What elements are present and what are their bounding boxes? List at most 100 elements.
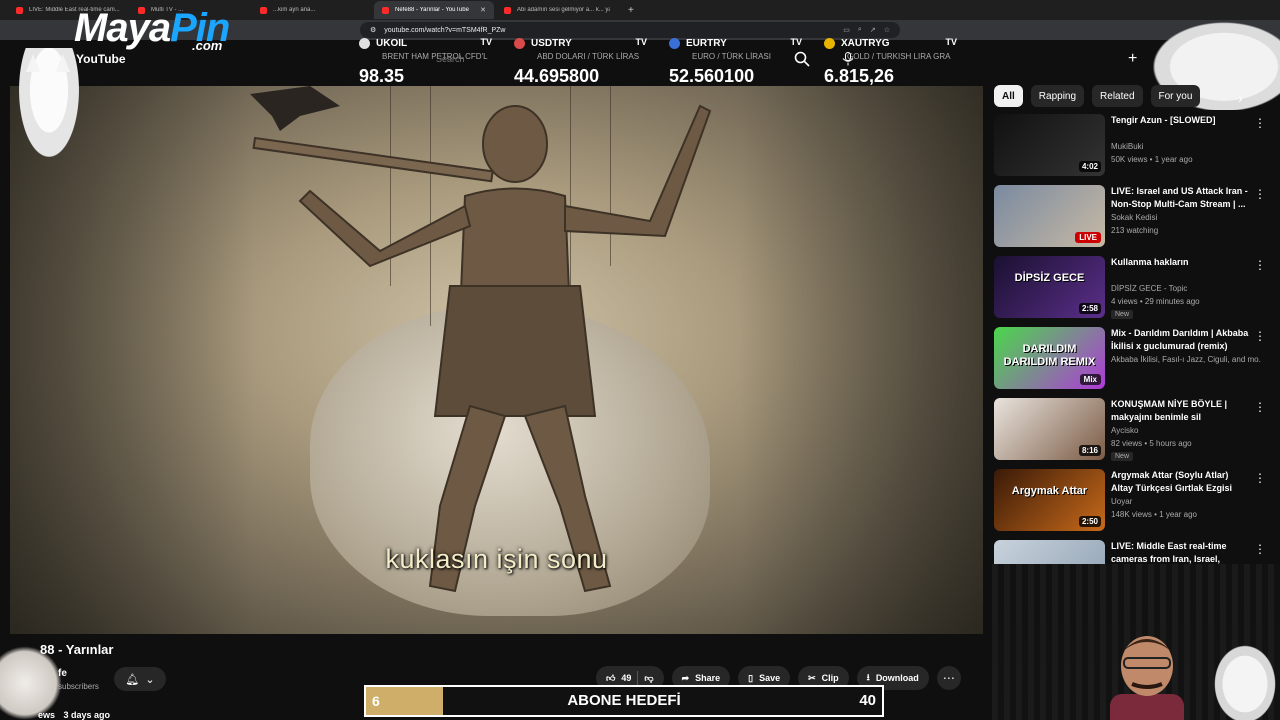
recommended-channel[interactable]: MukiBuki <box>1111 140 1261 153</box>
thumbnail-text: DİPSİZ GECE <box>1014 272 1085 284</box>
bookmark-star-icon[interactable]: ☆ <box>884 26 890 34</box>
recommended-title[interactable]: Argymak Attar (Soylu Atlar) Altay Türkçe… <box>1111 469 1249 495</box>
recommended-video[interactable]: DİPSİZ GECE 2:58 Kullanma hakların DİPSİZ G… <box>994 254 1270 325</box>
url-text: youtube.com/watch?v=mTSM4fR_PZw <box>384 26 506 34</box>
more-options-icon[interactable]: ⋮ <box>1254 116 1266 130</box>
new-tab-icon[interactable]: + <box>620 5 642 16</box>
scissors-icon: ✂ <box>808 672 816 683</box>
more-options-icon[interactable]: ⋮ <box>1254 400 1266 414</box>
mic-icon[interactable] <box>842 52 854 66</box>
recommended-title[interactable]: Tengir Azun - [SLOWED] <box>1111 114 1249 127</box>
recommended-channel[interactable]: Aycisko <box>1111 424 1261 437</box>
tradingview-logo-icon: TV <box>790 37 802 47</box>
search-placeholder[interactable]: Search <box>436 54 465 64</box>
video-thumbnail[interactable]: Argymak Attar 2:50 <box>994 469 1105 531</box>
video-title: 88 - Yarınlar <box>40 642 114 657</box>
create-plus-icon[interactable]: + <box>1128 50 1137 68</box>
ticker-symbol-icon <box>669 37 680 49</box>
zoom-icon[interactable]: ⌕ <box>858 26 862 34</box>
ticker-symbol-icon <box>514 37 525 49</box>
youtube-favicon-icon <box>382 6 389 14</box>
browser-tab[interactable]: ...kim ayn ana... <box>252 1 372 19</box>
ticker-description: BRENT HAM PETROL CFD'L <box>382 52 488 61</box>
cast-icon[interactable]: ▭ <box>843 26 850 34</box>
video-thumbnail[interactable]: 8:16 <box>994 398 1105 460</box>
ticker-value: 98.35 <box>359 66 405 86</box>
recommended-channel[interactable]: Akbaba İkilisi, Fasıl-ı Jazz, Ciguli, an… <box>1111 353 1261 366</box>
ticker-symbol: UKOIL <box>376 37 408 49</box>
view-count: ews <box>38 710 56 720</box>
more-options-icon[interactable]: ⋮ <box>1254 471 1266 485</box>
recommended-channel[interactable]: Sokak Kedisi <box>1111 211 1261 224</box>
video-duration: 8:16 <box>1078 445 1101 456</box>
chip-all[interactable]: All <box>994 85 1023 107</box>
video-thumbnail[interactable]: DİPSİZ GECE 2:58 <box>994 256 1105 318</box>
chevron-right-icon[interactable]: › <box>1238 90 1243 106</box>
screen: LIVE: Middle East real-time cam... Multi … <box>0 0 1280 720</box>
browser-tab[interactable]: Nefe88 - Yarınlar - YouTube ✕ <box>374 1 494 19</box>
recommended-video[interactable]: 8:16 KONUŞMAM NİYE BÖYLE | makyajını beni… <box>994 396 1270 467</box>
logo-main: Maya <box>74 6 171 50</box>
new-badge: New <box>1111 310 1134 319</box>
chip-rapping[interactable]: Rapping <box>1030 85 1085 107</box>
recommended-title[interactable]: LIVE: Israel and US Attack Iran - Non-St… <box>1111 185 1249 211</box>
close-tab-icon[interactable]: ✕ <box>480 6 486 14</box>
recommended-video[interactable]: 4:02 Tengir Azun - [SLOWED] MukiBuki 50K vi… <box>994 112 1270 183</box>
video-duration: 2:58 <box>1078 303 1101 314</box>
youtube-favicon-icon <box>504 6 511 14</box>
more-options-icon[interactable]: ⋮ <box>1254 258 1266 272</box>
more-options-icon[interactable]: ⋮ <box>1254 329 1266 343</box>
mayapin-logo: MayaPin .com <box>10 4 240 54</box>
video-thumbnail[interactable]: DARILDIM DARILDIM REMIX Mix <box>994 327 1105 389</box>
share-icon: ➦ <box>681 672 690 683</box>
like-count[interactable]: 49 <box>621 673 631 683</box>
search-icon[interactable] <box>794 51 810 67</box>
filter-chips: All Rapping Related For you <box>994 85 1201 107</box>
more-actions-icon[interactable]: ⋯ <box>936 666 961 690</box>
site-info-icon[interactable]: ⚙ <box>370 26 376 34</box>
video-thumbnail[interactable]: 4:02 <box>994 114 1105 176</box>
recommended-title[interactable]: Mix - Darıldım Darıldım | Akbaba İkilisi… <box>1111 327 1249 353</box>
hand-overlay <box>0 646 62 720</box>
recommended-title[interactable]: LIVE: Middle East real-time cameras from… <box>1111 540 1249 566</box>
ticker-symbol-icon <box>824 37 835 49</box>
tradingview-logo-icon: TV <box>635 37 647 47</box>
youtube-logo[interactable]: YouTube <box>76 52 126 66</box>
upload-age: 3 days ago <box>63 710 111 720</box>
recommended-video[interactable]: LIVE LIVE: Israel and US Attack Iran - No… <box>994 183 1270 254</box>
video-thumbnail[interactable]: LIVE <box>994 185 1105 247</box>
goal-label: ABONE HEDEFİ <box>567 692 681 709</box>
subscriber-goal-bar: 6 ABONE HEDEFİ 40 <box>364 685 884 717</box>
ticker-value: 52.560100 <box>669 66 755 86</box>
channel-name[interactable]: fe <box>58 668 67 679</box>
browser-tab[interactable]: Abi adamın sesi gelmiyor a... k... ya... <box>496 1 618 19</box>
like-icon[interactable]: 👍︎ <box>606 673 615 684</box>
recommended-title[interactable]: KONUŞMAM NİYE BÖYLE | makyajını benimle … <box>1111 398 1249 424</box>
recommended-video[interactable]: Argymak Attar 2:50 Argymak Attar (Soylu At… <box>994 467 1270 538</box>
ticker-symbol: EURTRY <box>686 37 727 49</box>
video-player[interactable]: kuklasın işin sonu <box>10 86 983 634</box>
tab-label: ...kim ayn ana... <box>273 7 316 13</box>
recommended-video[interactable]: DARILDIM DARILDIM REMIX Mix Mix - Darıldım… <box>994 325 1270 396</box>
recommended-channel[interactable]: DİPSİZ GECE - Topic <box>1111 282 1261 295</box>
cat-overlay-top-left <box>14 48 84 168</box>
ticker-symbol: USDTRY <box>531 37 572 49</box>
new-badge: New <box>1111 452 1134 461</box>
recommended-title[interactable]: Kullanma hakların <box>1111 256 1249 269</box>
ticker-item: UKOIL TV BRENT HAM PETROL CFD'L 98.35 <box>355 36 510 88</box>
goal-target: 40 <box>859 692 876 709</box>
ticker-symbol: XAUTRYG <box>841 37 890 49</box>
thumbnail-text: DARILDIM DARILDIM REMIX <box>1003 343 1096 368</box>
notification-bell-button[interactable]: 🔔︎ ⌄ <box>114 667 166 691</box>
dislike-icon[interactable]: 👎︎ <box>644 673 653 684</box>
youtube-favicon-icon <box>260 6 267 14</box>
ticker-value: 44.695800 <box>514 66 600 86</box>
more-options-icon[interactable]: ⋮ <box>1254 187 1266 201</box>
share-page-icon[interactable]: ↗ <box>870 26 876 34</box>
chip-related[interactable]: Related <box>1092 85 1143 107</box>
chip-for-you[interactable]: For you <box>1150 85 1201 107</box>
recommended-channel[interactable]: Uoyar <box>1111 495 1261 508</box>
tab-label: Nefe88 - Yarınlar - YouTube <box>395 7 469 13</box>
tradingview-logo-icon: TV <box>945 37 957 47</box>
more-options-icon[interactable]: ⋮ <box>1254 542 1266 556</box>
